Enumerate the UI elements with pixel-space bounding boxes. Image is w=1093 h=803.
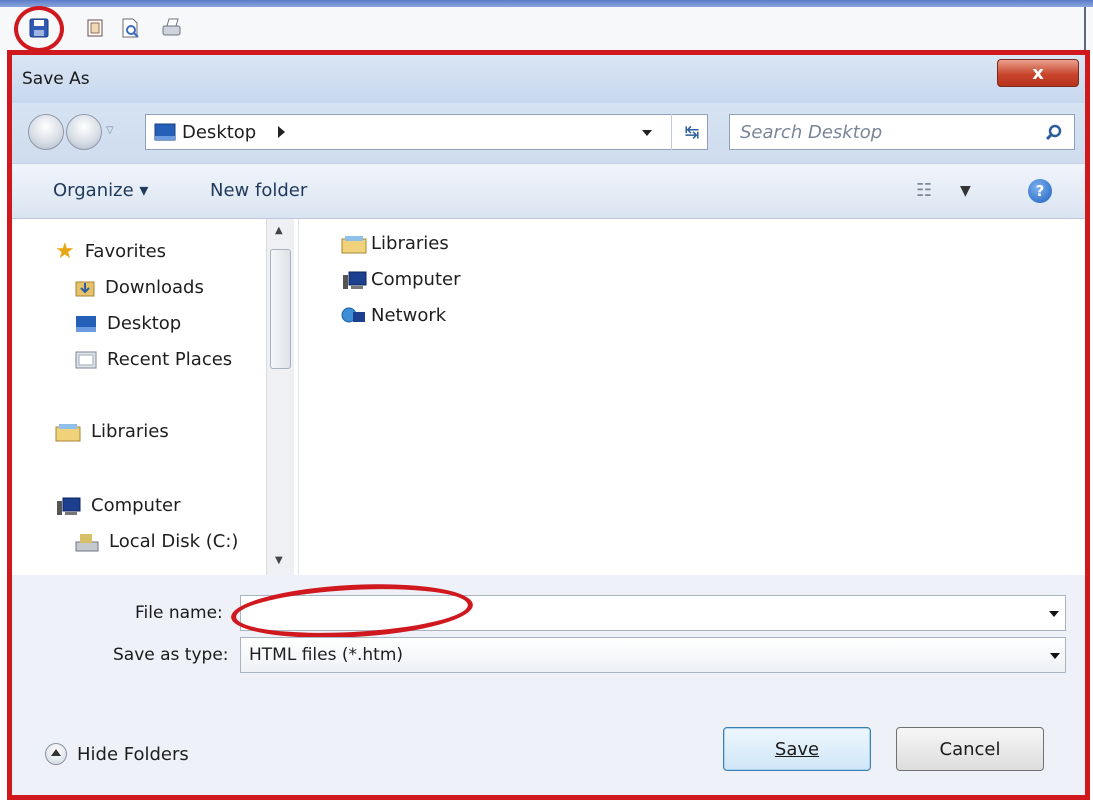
address-dropdown-icon[interactable] bbox=[642, 130, 652, 136]
nav-downloads-label: Downloads bbox=[105, 277, 204, 298]
file-name-highlight bbox=[229, 578, 475, 644]
nav-item-computer[interactable]: Computer bbox=[55, 495, 180, 516]
new-folder-button[interactable]: New folder bbox=[210, 180, 307, 201]
search-icon[interactable] bbox=[1044, 123, 1064, 143]
search-box[interactable]: Search Desktop bbox=[729, 114, 1075, 150]
view-dropdown-icon[interactable]: ▼ bbox=[960, 183, 971, 199]
local-disk-icon bbox=[75, 533, 99, 551]
back-button[interactable] bbox=[28, 114, 64, 150]
file-name-dropdown-icon[interactable] bbox=[1049, 611, 1059, 617]
nav-item-favorites[interactable]: ★ Favorites bbox=[55, 239, 166, 264]
save-icon-highlight bbox=[14, 6, 64, 52]
recent-places-icon bbox=[75, 351, 97, 368]
computer-icon bbox=[343, 271, 367, 289]
save-as-type-dropdown-icon[interactable] bbox=[1050, 653, 1060, 659]
network-icon bbox=[341, 307, 365, 322]
navigation-pane: ★ Favorites Downloads Desktop Recent Pla… bbox=[10, 219, 298, 575]
desktop-icon bbox=[154, 123, 176, 141]
dialog-title: Save As bbox=[22, 69, 90, 89]
copy-icon[interactable] bbox=[84, 17, 106, 39]
refresh-button[interactable]: ↹ bbox=[671, 114, 712, 150]
scrollbar-thumb[interactable] bbox=[270, 249, 291, 369]
nav-item-downloads[interactable]: Downloads bbox=[75, 277, 204, 298]
view-options-icon[interactable]: ☷ bbox=[916, 180, 932, 201]
window-border bbox=[1084, 7, 1086, 50]
cancel-button-label: Cancel bbox=[939, 738, 1001, 760]
nav-libraries-label: Libraries bbox=[91, 421, 169, 442]
downloads-folder-icon bbox=[75, 281, 95, 296]
search-placeholder: Search Desktop bbox=[740, 122, 883, 143]
print-preview-icon[interactable] bbox=[119, 17, 141, 39]
file-name-label: File name: bbox=[135, 603, 223, 623]
libraries-icon bbox=[341, 235, 367, 253]
organize-menu[interactable]: Organize ▾ bbox=[53, 180, 148, 201]
history-dropdown-icon[interactable]: ▽ bbox=[106, 125, 114, 136]
address-bar[interactable]: Desktop bbox=[145, 114, 708, 150]
scroll-down-icon[interactable]: ▼ bbox=[275, 555, 283, 566]
nav-item-desktop[interactable]: Desktop bbox=[75, 313, 181, 334]
libraries-icon bbox=[55, 423, 81, 441]
save-as-type-label: Save as type: bbox=[113, 645, 229, 665]
nav-desktop-label: Desktop bbox=[107, 313, 182, 334]
computer-icon bbox=[57, 497, 81, 515]
hide-folders-label: Hide Folders bbox=[77, 743, 189, 765]
file-list-pane: Libraries Computer Network bbox=[298, 219, 1090, 575]
save-as-dialog: Save As x ▽ Desktop ↹ Search Desktop Org… bbox=[10, 53, 1090, 798]
desktop-icon bbox=[76, 315, 96, 332]
file-network-label: Network bbox=[371, 305, 447, 326]
save-as-type-select[interactable]: HTML files (*.htm) bbox=[240, 637, 1066, 673]
close-icon: x bbox=[1032, 62, 1044, 84]
save-button-label: Save bbox=[774, 738, 820, 760]
file-item-network[interactable]: Network bbox=[341, 305, 446, 326]
scroll-up-icon[interactable]: ▲ bbox=[275, 225, 283, 236]
file-computer-label: Computer bbox=[371, 269, 461, 290]
save-options-area: File name: Save as type: HTML files (*.h… bbox=[10, 575, 1090, 798]
forward-button[interactable] bbox=[66, 114, 102, 150]
collapse-icon bbox=[45, 743, 67, 765]
file-item-computer[interactable]: Computer bbox=[341, 269, 460, 290]
breadcrumb-arrow-icon[interactable] bbox=[278, 126, 285, 138]
save-button[interactable]: Save bbox=[723, 727, 871, 771]
hide-folders-button[interactable]: Hide Folders bbox=[45, 743, 189, 765]
nav-favorites-label: Favorites bbox=[84, 241, 167, 262]
dialog-titlebar: Save As x bbox=[10, 53, 1090, 103]
file-item-libraries[interactable]: Libraries bbox=[341, 233, 449, 254]
app-toolbar bbox=[0, 0, 1093, 52]
organize-label: Organize bbox=[53, 180, 134, 201]
refresh-icon: ↹ bbox=[684, 121, 700, 143]
nav-item-local-disk[interactable]: Local Disk (C:) bbox=[75, 531, 238, 552]
print-icon[interactable] bbox=[160, 17, 182, 39]
navigation-row: ▽ Desktop ↹ Search Desktop bbox=[10, 103, 1090, 163]
close-button[interactable]: x bbox=[997, 59, 1079, 87]
nav-item-recent-places[interactable]: Recent Places bbox=[75, 349, 232, 370]
title-strip bbox=[0, 0, 1093, 7]
cancel-button[interactable]: Cancel bbox=[896, 727, 1044, 771]
star-icon: ★ bbox=[55, 239, 75, 264]
file-libraries-label: Libraries bbox=[371, 233, 449, 254]
address-location[interactable]: Desktop bbox=[182, 122, 256, 143]
nav-item-libraries[interactable]: Libraries bbox=[55, 421, 169, 442]
command-bar: Organize ▾ New folder ☷ ▼ ? bbox=[10, 163, 1090, 219]
help-icon[interactable]: ? bbox=[1028, 179, 1052, 203]
nav-computer-label: Computer bbox=[91, 495, 181, 516]
navigation-scrollbar[interactable]: ▲ ▼ bbox=[266, 219, 294, 575]
nav-local-disk-label: Local Disk (C:) bbox=[109, 531, 239, 552]
nav-recent-places-label: Recent Places bbox=[107, 349, 233, 370]
save-as-type-value: HTML files (*.htm) bbox=[249, 645, 404, 665]
